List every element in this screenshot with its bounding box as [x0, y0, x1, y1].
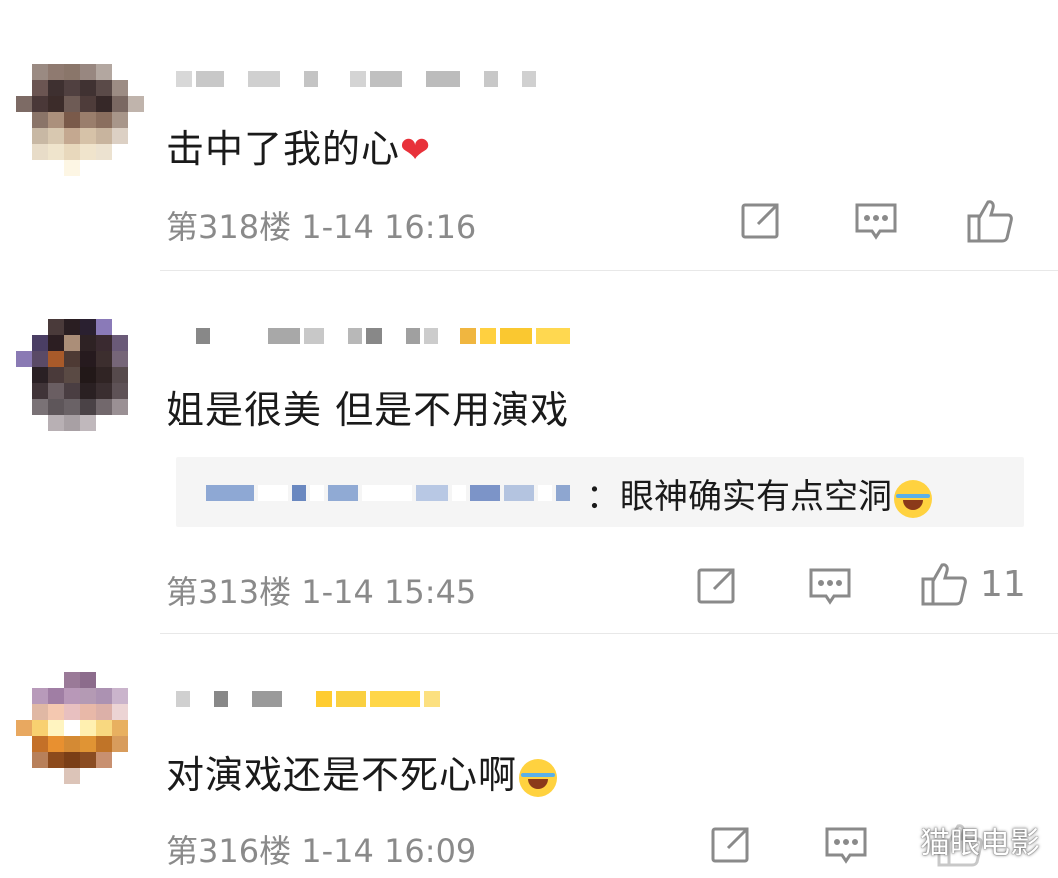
comment-item: 击中了我的心❤ 第318楼 1-14 16:16 — [0, 0, 1058, 271]
comment-button[interactable] — [854, 200, 898, 244]
timestamp: 1-14 16:16 — [301, 208, 477, 246]
heart-emoji-icon: ❤ — [400, 130, 432, 171]
comment-text: 对演戏还是不死心啊 — [166, 744, 558, 799]
tears-of-joy-emoji-icon — [519, 758, 558, 797]
floor-number: 第316楼 — [166, 832, 292, 870]
avatar[interactable] — [16, 672, 144, 784]
avatar[interactable] — [16, 64, 144, 176]
comment-icon — [809, 568, 851, 605]
like-count: 11 — [980, 563, 1026, 605]
comment-icon — [855, 203, 897, 240]
like-button[interactable] — [966, 198, 1026, 244]
like-icon — [921, 563, 967, 606]
comment-meta: 第318楼 1-14 16:16 — [166, 202, 476, 248]
floor-number: 第313楼 — [166, 573, 292, 611]
avatar[interactable] — [16, 319, 144, 431]
comment-text: 击中了我的心❤ — [166, 127, 432, 171]
comment-item: 姐是很美 但是不用演戏 ：眼神确实有点空洞 第313楼 1-14 15:45 1… — [0, 271, 1058, 634]
share-icon — [741, 203, 779, 239]
watermark: 猫眼电影 — [920, 826, 1040, 861]
comment-meta: 第313楼 1-14 15:45 — [166, 567, 476, 613]
like-icon — [967, 200, 1013, 243]
share-button[interactable] — [740, 200, 782, 242]
comment-icon — [825, 827, 867, 864]
timestamp: 1-14 16:09 — [301, 832, 477, 870]
share-button[interactable] — [710, 824, 752, 866]
comment-item: 对演戏还是不死心啊 第316楼 1-14 16:09 — [0, 634, 1058, 878]
reply-username-blurred[interactable] — [206, 485, 570, 501]
tears-of-joy-emoji-icon — [894, 479, 932, 518]
like-button[interactable]: 11 — [920, 561, 1026, 607]
share-icon — [711, 827, 749, 863]
share-button[interactable] — [696, 565, 738, 607]
timestamp: 1-14 15:45 — [301, 573, 477, 611]
share-icon — [697, 568, 735, 604]
comment-meta: 第316楼 1-14 16:09 — [166, 826, 476, 872]
reply-box[interactable]: ：眼神确实有点空洞 — [176, 457, 1024, 527]
floor-number: 第318楼 — [166, 208, 292, 246]
comment-text: 姐是很美 但是不用演戏 — [166, 388, 570, 432]
comment-button[interactable] — [824, 824, 868, 868]
username-blurred[interactable] — [176, 321, 570, 351]
username-blurred[interactable] — [176, 64, 536, 94]
reply-text: ：眼神确实有点空洞 — [586, 469, 932, 518]
username-blurred[interactable] — [176, 684, 440, 714]
comment-button[interactable] — [808, 565, 852, 609]
